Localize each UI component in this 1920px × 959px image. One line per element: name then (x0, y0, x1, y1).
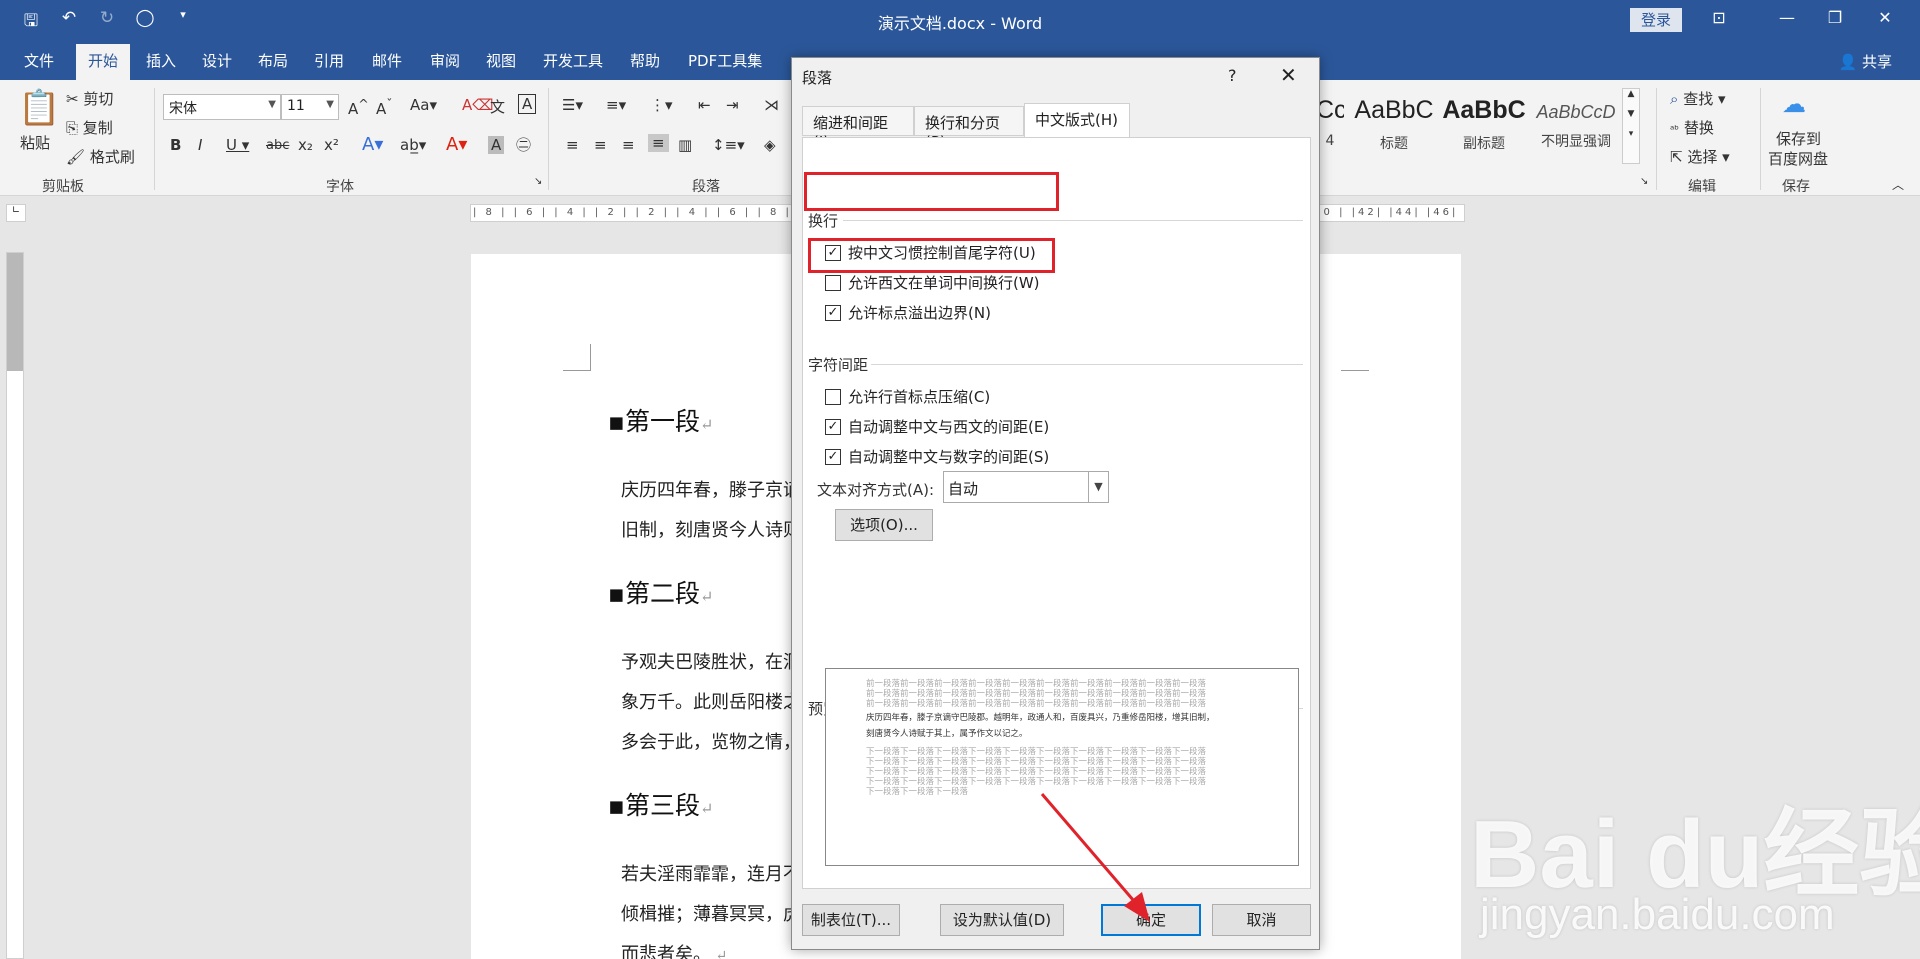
baidu-watermark-url: jingyan.baidu.com (1480, 890, 1835, 939)
arrow-head (1124, 892, 1150, 922)
arrow-shaft (1040, 793, 1142, 909)
